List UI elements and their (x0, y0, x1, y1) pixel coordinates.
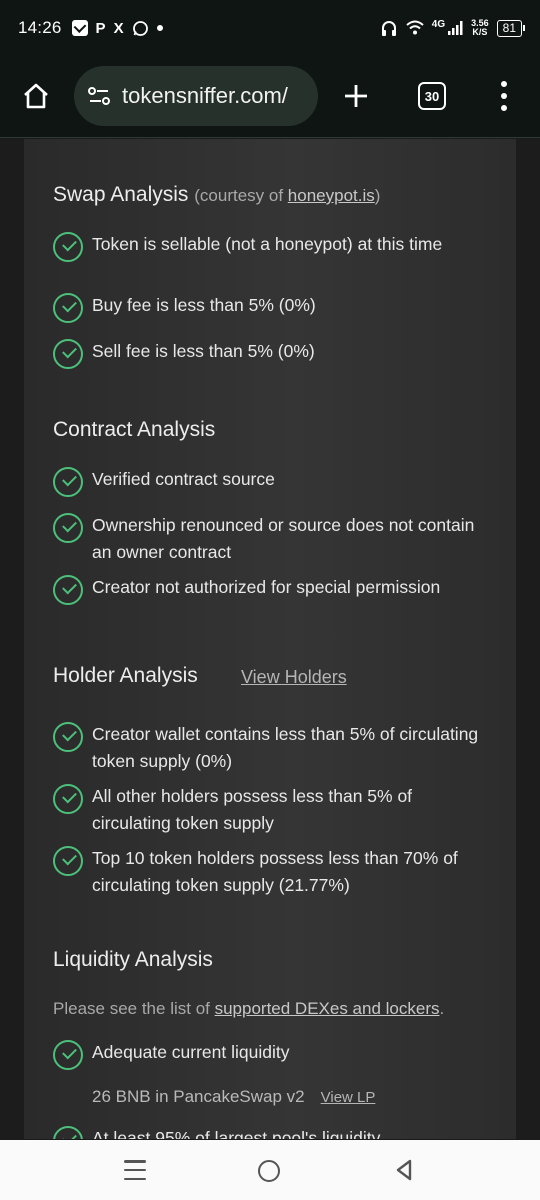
wifi-icon (406, 20, 424, 35)
liquidity-item-text: Adequate current liquidity (92, 1042, 290, 1062)
p-app-icon: P (95, 19, 106, 37)
check-icon (53, 575, 83, 605)
system-nav-bar (0, 1140, 540, 1200)
list-item: All other holders possess less than 5% o… (53, 784, 493, 837)
check-icon (53, 846, 83, 876)
more-notifications-dot (156, 25, 163, 31)
liquidity-item-text: At least 95% of largest pool's liquidity (92, 1128, 381, 1139)
dex-note: Please see the list of supported DEXes a… (53, 999, 444, 1019)
swap-item-text: Sell fee is less than 5% (0%) (92, 341, 315, 361)
battery-indicator: 81 (496, 19, 526, 37)
liquidity-analysis-title: Liquidity Analysis (53, 948, 213, 971)
check-icon (53, 513, 83, 543)
status-time: 14:26 (18, 18, 62, 37)
network-type-label: 4G (431, 18, 446, 30)
nav-home-icon[interactable] (258, 1160, 280, 1182)
holder-analysis-title: Holder Analysis (53, 664, 198, 687)
swap-item-text: Buy fee is less than 5% (0%) (92, 295, 316, 315)
holder-item-text: All other holders possess less than 5% o… (92, 786, 413, 833)
whatsapp-icon (132, 20, 148, 36)
notification-check-icon (71, 20, 88, 36)
new-tab-icon[interactable] (338, 78, 374, 114)
list-item: Token is sellable (not a honeypot) at th… (53, 232, 493, 262)
holder-item-text: Top 10 token holders possess less than 7… (92, 848, 458, 895)
back-icon[interactable] (392, 1158, 416, 1182)
contract-item-text: Ownership renounced or source does not c… (92, 515, 475, 562)
courtesy-suffix: ) (374, 186, 381, 205)
list-item: Buy fee is less than 5% (0%) (53, 293, 493, 323)
list-item: Ownership renounced or source does not c… (53, 513, 493, 566)
list-item: Sell fee is less than 5% (0%) (53, 339, 493, 369)
check-icon (53, 1126, 83, 1139)
list-item: At least 95% of largest pool's liquidity (53, 1126, 493, 1139)
check-icon (53, 232, 83, 262)
address-bar[interactable]: tokensniffer.com/ (74, 66, 318, 126)
x-app-icon: X (113, 19, 124, 37)
browser-toolbar: tokensniffer.com/ 30 (0, 56, 540, 138)
swap-item-text: Token is sellable (not a honeypot) at th… (92, 234, 443, 254)
web-content[interactable]: Swap Analysis (courtesy of honeypot.is) … (0, 139, 540, 1139)
system-icons: 4G 3.56 K/S 81 (380, 18, 526, 37)
more-menu-icon[interactable] (492, 78, 516, 114)
check-icon (53, 339, 83, 369)
list-item: Creator wallet contains less than 5% of … (53, 722, 493, 775)
home-icon[interactable] (20, 80, 52, 112)
check-icon (53, 293, 83, 323)
contract-item-text: Verified contract source (92, 469, 275, 489)
contract-analysis-title: Contract Analysis (53, 418, 216, 441)
liquidity-detail: 26 BNB in PancakeSwap v2 View LP (92, 1087, 375, 1107)
liquidity-amount: 26 BNB in PancakeSwap v2 (92, 1087, 305, 1106)
check-icon (53, 467, 83, 497)
url-text: tokensniffer.com/ (122, 83, 288, 108)
list-item: Creator not authorized for special permi… (53, 575, 493, 605)
speed-unit: K/S (472, 27, 488, 37)
list-item: Adequate current liquidity (53, 1040, 493, 1070)
dex-note-suffix: . (439, 999, 445, 1018)
supported-dexes-link[interactable]: supported DEXes and lockers (215, 999, 440, 1018)
check-icon (53, 722, 83, 752)
view-holders-link[interactable]: View Holders (241, 667, 347, 688)
tab-switcher-button[interactable]: 30 (418, 82, 446, 110)
swap-analysis-heading: Swap Analysis (courtesy of honeypot.is) (53, 183, 380, 207)
check-icon (53, 1040, 83, 1070)
notification-icons: P X (71, 19, 163, 37)
site-settings-icon[interactable] (86, 83, 112, 109)
holder-item-text: Creator wallet contains less than 5% of … (92, 724, 479, 771)
contract-item-text: Creator not authorized for special permi… (92, 577, 441, 597)
recents-icon[interactable] (124, 1160, 146, 1180)
list-item: Verified contract source (53, 467, 493, 497)
courtesy-note: (courtesy of honeypot.is) (194, 186, 380, 205)
dex-note-prefix: Please see the list of (53, 999, 215, 1018)
check-icon (53, 784, 83, 814)
honeypot-link[interactable]: honeypot.is (288, 186, 375, 205)
status-bar: 14:26 P X 4G 3.56 K/S 81 (0, 0, 540, 56)
headphones-icon (381, 21, 396, 36)
view-lp-link[interactable]: View LP (321, 1089, 376, 1106)
courtesy-prefix: (courtesy of (194, 186, 288, 205)
analysis-card: Swap Analysis (courtesy of honeypot.is) … (24, 139, 516, 1139)
network-speed: 3.56 K/S (471, 19, 489, 37)
signal-icon (448, 21, 463, 35)
swap-analysis-title: Swap Analysis (53, 183, 189, 206)
list-item: Top 10 token holders possess less than 7… (53, 846, 493, 899)
